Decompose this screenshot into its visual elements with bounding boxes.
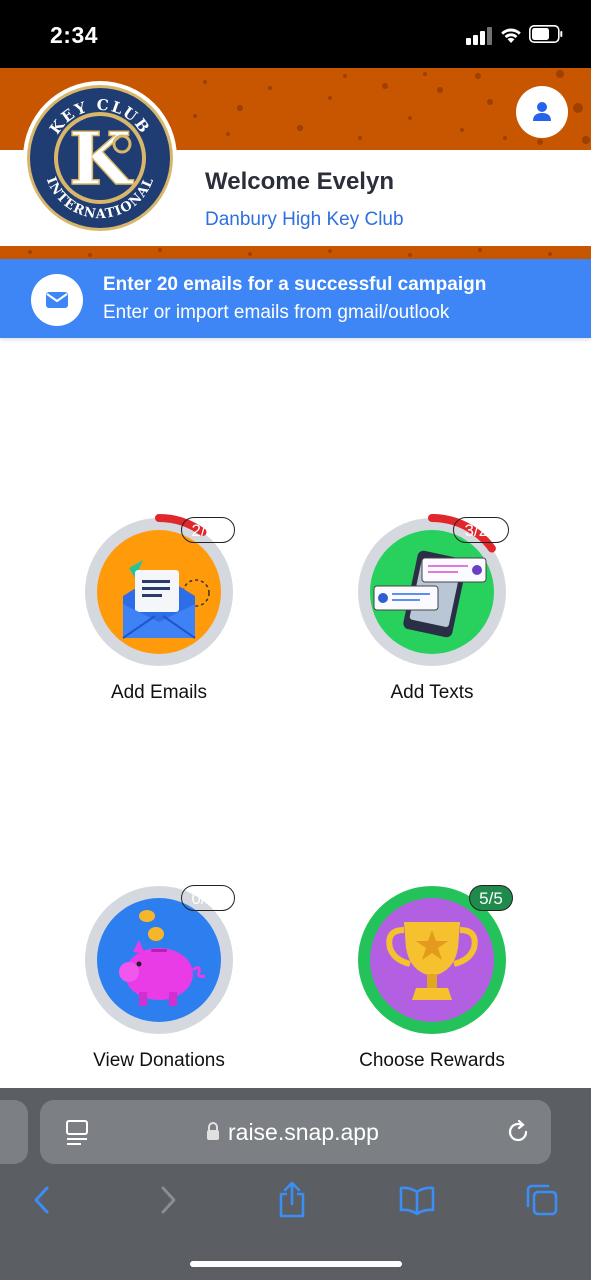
info-banner[interactable] (0, 259, 591, 338)
status-bar: 2:34 (0, 0, 591, 68)
profile-button[interactable] (516, 86, 568, 138)
previous-tab-preview[interactable] (0, 1100, 28, 1164)
url-text[interactable]: raise.snap.app (228, 1119, 379, 1146)
choose-rewards-button[interactable]: 5/5 (332, 860, 532, 1060)
cellular-signal-icon (466, 27, 492, 45)
header-banner-bottom (0, 246, 591, 259)
bookmarks-icon[interactable] (398, 1184, 436, 1216)
add-emails-button[interactable]: 2/20 (59, 492, 259, 692)
view-donations-label: View Donations (93, 1050, 225, 1071)
texts-progress-badge: 3/20 (453, 517, 509, 543)
reader-mode-icon[interactable] (64, 1118, 90, 1146)
tabs-icon[interactable] (524, 1182, 560, 1218)
user-icon (533, 102, 551, 121)
welcome-title: Welcome Evelyn (205, 168, 394, 195)
key-club-logo: KEY CLUB INTERNATIONAL K (23, 81, 177, 235)
club-name-link[interactable]: Danbury High Key Club (205, 209, 404, 231)
logo-letter: K (69, 116, 134, 201)
add-texts-label: Add Texts (390, 682, 474, 703)
battery-icon (529, 25, 563, 43)
info-banner-subtitle: Enter or import emails from gmail/outloo… (103, 302, 450, 323)
wifi-icon (501, 28, 521, 43)
banner-pattern-bottom (28, 248, 552, 257)
home-indicator[interactable] (190, 1261, 402, 1267)
donations-progress-badge: 0/20 (181, 885, 235, 911)
forward-icon[interactable] (156, 1184, 180, 1216)
choose-rewards-label: Choose Rewards (359, 1050, 505, 1071)
view-donations-button[interactable]: 0/20 (59, 860, 259, 1060)
back-icon[interactable] (30, 1184, 54, 1216)
rewards-progress-badge: 5/5 (469, 885, 513, 911)
lock-icon (207, 1122, 219, 1140)
add-texts-button[interactable]: 3/20 (332, 492, 532, 692)
info-banner-title: Enter 20 emails for a successful campaig… (103, 274, 487, 295)
status-time: 2:34 (50, 22, 99, 48)
share-icon[interactable] (276, 1180, 308, 1220)
mail-icon (31, 274, 83, 326)
emails-progress-badge: 2/20 (181, 517, 235, 543)
reload-icon[interactable] (506, 1118, 532, 1146)
add-emails-label: Add Emails (110, 682, 208, 703)
